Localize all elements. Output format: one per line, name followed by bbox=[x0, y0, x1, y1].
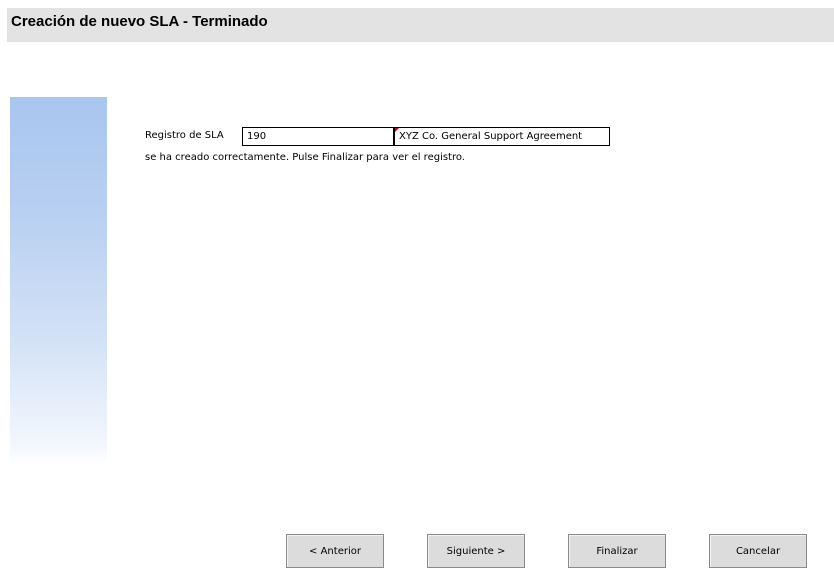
title-bar: Creación de nuevo SLA - Terminado bbox=[7, 8, 834, 42]
sla-id-field: 190 bbox=[242, 127, 394, 146]
next-button[interactable]: Siguiente > bbox=[427, 534, 525, 568]
sla-name-field: XYZ Co. General Support Agreement bbox=[394, 127, 610, 146]
finish-button[interactable]: Finalizar bbox=[568, 534, 666, 568]
wizard-page: Creación de nuevo SLA - Terminado Regist… bbox=[0, 0, 834, 580]
sla-record-label: Registro de SLA bbox=[145, 130, 224, 141]
page-title: Creación de nuevo SLA - Terminado bbox=[11, 13, 268, 30]
previous-button[interactable]: < Anterior bbox=[286, 534, 384, 568]
cancel-button[interactable]: Cancelar bbox=[709, 534, 807, 568]
success-message: se ha creado correctamente. Pulse Finali… bbox=[145, 152, 465, 163]
side-gradient-panel bbox=[10, 97, 107, 465]
